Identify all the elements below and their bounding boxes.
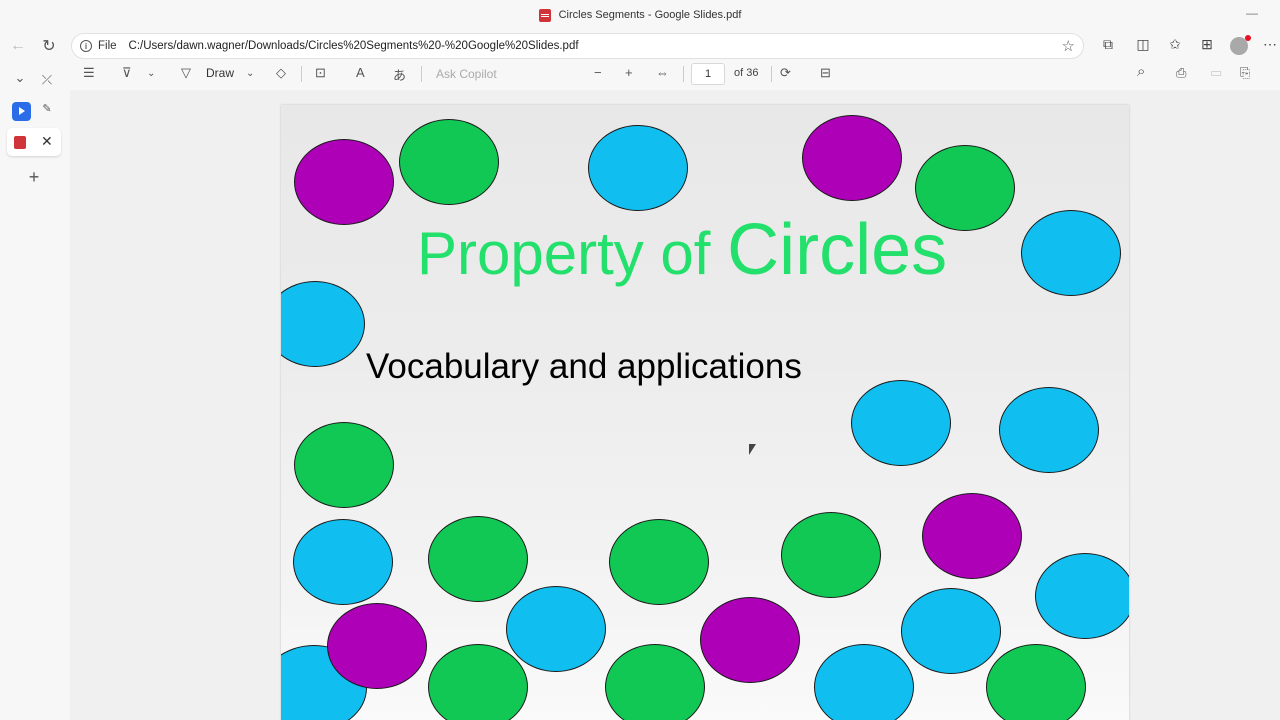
- split-screen-icon[interactable]: ◫: [1133, 36, 1153, 53]
- favorites-icon[interactable]: ✩: [1165, 36, 1185, 53]
- decorative-circle: [428, 516, 528, 602]
- pdf-toolbar: ☰ ⊽ ⌄ ▽ Draw ⌄ ◇ ⊡ A あ Ask Copilot − + ⇔…: [70, 62, 1280, 86]
- page-total: of 36: [734, 67, 759, 79]
- mouse-pointer-icon: [749, 444, 756, 455]
- decorative-circle: [999, 387, 1099, 473]
- tab-pdf-document[interactable]: ✕: [7, 128, 61, 156]
- highlight-dropdown-icon[interactable]: ⌄: [147, 68, 155, 79]
- decorative-circle: [588, 125, 688, 211]
- page-number-input[interactable]: 1: [691, 63, 725, 85]
- toolbar-divider: [771, 66, 772, 82]
- contents-icon[interactable]: ☰: [83, 65, 95, 81]
- fit-to-width-icon[interactable]: ⇔: [656, 65, 669, 80]
- toolbar-divider: [421, 66, 422, 82]
- zoom-in-icon[interactable]: +: [625, 65, 633, 80]
- decorative-circle: [986, 644, 1086, 720]
- zoom-out-icon[interactable]: −: [594, 65, 602, 80]
- chevron-down-icon[interactable]: ⌄: [10, 70, 30, 86]
- decorative-circle: [506, 586, 606, 672]
- read-aloud-icon[interactable]: A: [356, 65, 365, 80]
- info-icon[interactable]: i: [80, 40, 92, 52]
- decorative-circle: [700, 597, 800, 683]
- slide-title-part2: Circles: [727, 210, 948, 290]
- add-text-icon[interactable]: ⊡: [315, 65, 326, 81]
- decorative-circle: [609, 519, 709, 605]
- decorative-circle: [399, 119, 499, 205]
- decorative-circle: [294, 422, 394, 508]
- close-tab-icon[interactable]: ✕: [41, 133, 53, 150]
- decorative-circle: [327, 603, 427, 689]
- page-view-icon[interactable]: ⊟: [820, 65, 831, 81]
- slide-subtitle: Vocabulary and applications: [366, 347, 802, 386]
- decorative-circle: [428, 644, 528, 720]
- address-row: ← ↻ i File C:/Users/dawn.wagner/Download…: [0, 30, 1280, 62]
- decorative-circle: [802, 115, 902, 201]
- decorative-circle: [901, 588, 1001, 674]
- toolbar-divider: [301, 66, 302, 82]
- save-icon[interactable]: ▭: [1210, 65, 1222, 81]
- pdf-viewer[interactable]: Property of Circles Vocabulary and appli…: [70, 90, 1280, 720]
- scheme-label: File: [98, 40, 117, 52]
- extensions-icon[interactable]: ⧉: [1098, 36, 1118, 53]
- decorative-circle: [281, 281, 365, 367]
- profile-avatar[interactable]: [1230, 35, 1251, 55]
- refresh-icon[interactable]: ↻: [37, 34, 61, 58]
- pdf-file-icon: [538, 8, 551, 22]
- draw-dropdown-icon[interactable]: ⌄: [246, 68, 254, 79]
- rotate-icon[interactable]: ⟳: [780, 65, 791, 81]
- vertical-tabs-rail: ⌄ ⤫ ✎ ✕ +: [0, 62, 70, 720]
- decorative-circle: [851, 380, 951, 466]
- pencil-icon[interactable]: ✎: [37, 102, 57, 115]
- window-title-bar: Circles Segments - Google Slides.pdf —: [0, 0, 1280, 30]
- slide-title-part1: Property of: [417, 220, 728, 287]
- decorative-circle: [605, 644, 705, 720]
- print-icon[interactable]: ⎙: [1176, 65, 1186, 81]
- save-as-icon[interactable]: ⎘: [1240, 65, 1250, 81]
- decorative-circle: [1035, 553, 1129, 639]
- translate-icon[interactable]: あ: [393, 65, 406, 84]
- media-tab-icon[interactable]: [12, 102, 31, 121]
- decorative-circle: [294, 139, 394, 225]
- pin-off-icon[interactable]: ⤫: [37, 72, 57, 88]
- decorative-circle: [814, 644, 914, 720]
- url-text[interactable]: C:/Users/dawn.wagner/Downloads/Circles%2…: [129, 40, 579, 52]
- search-icon[interactable]: ⌕: [1137, 63, 1145, 80]
- decorative-circle: [781, 512, 881, 598]
- collections-icon[interactable]: ⊞: [1197, 36, 1217, 53]
- pdf-page: Property of Circles Vocabulary and appli…: [281, 105, 1129, 720]
- decorative-circle: [922, 493, 1022, 579]
- draw-icon[interactable]: ▽: [181, 65, 191, 81]
- back-arrow-icon[interactable]: ←: [6, 34, 30, 58]
- erase-icon[interactable]: ◇: [276, 65, 286, 81]
- favorite-star-icon[interactable]: ☆: [1062, 37, 1075, 55]
- slide-title: Property of Circles: [417, 209, 1017, 291]
- draw-button[interactable]: Draw: [206, 66, 234, 80]
- new-tab-icon[interactable]: +: [24, 167, 44, 188]
- window-title: Circles Segments - Google Slides.pdf: [558, 9, 742, 21]
- decorative-circle: [1021, 210, 1121, 296]
- decorative-circle: [293, 519, 393, 605]
- address-bar[interactable]: i File C:/Users/dawn.wagner/Downloads/Ci…: [71, 33, 1084, 59]
- highlight-icon[interactable]: ⊽: [122, 65, 132, 81]
- more-menu-icon[interactable]: ⋯: [1260, 36, 1280, 53]
- pdf-tab-icon: [14, 136, 26, 149]
- toolbar-divider: [683, 66, 684, 82]
- minimize-button[interactable]: —: [1246, 6, 1258, 20]
- ask-copilot-button[interactable]: Ask Copilot: [436, 67, 497, 81]
